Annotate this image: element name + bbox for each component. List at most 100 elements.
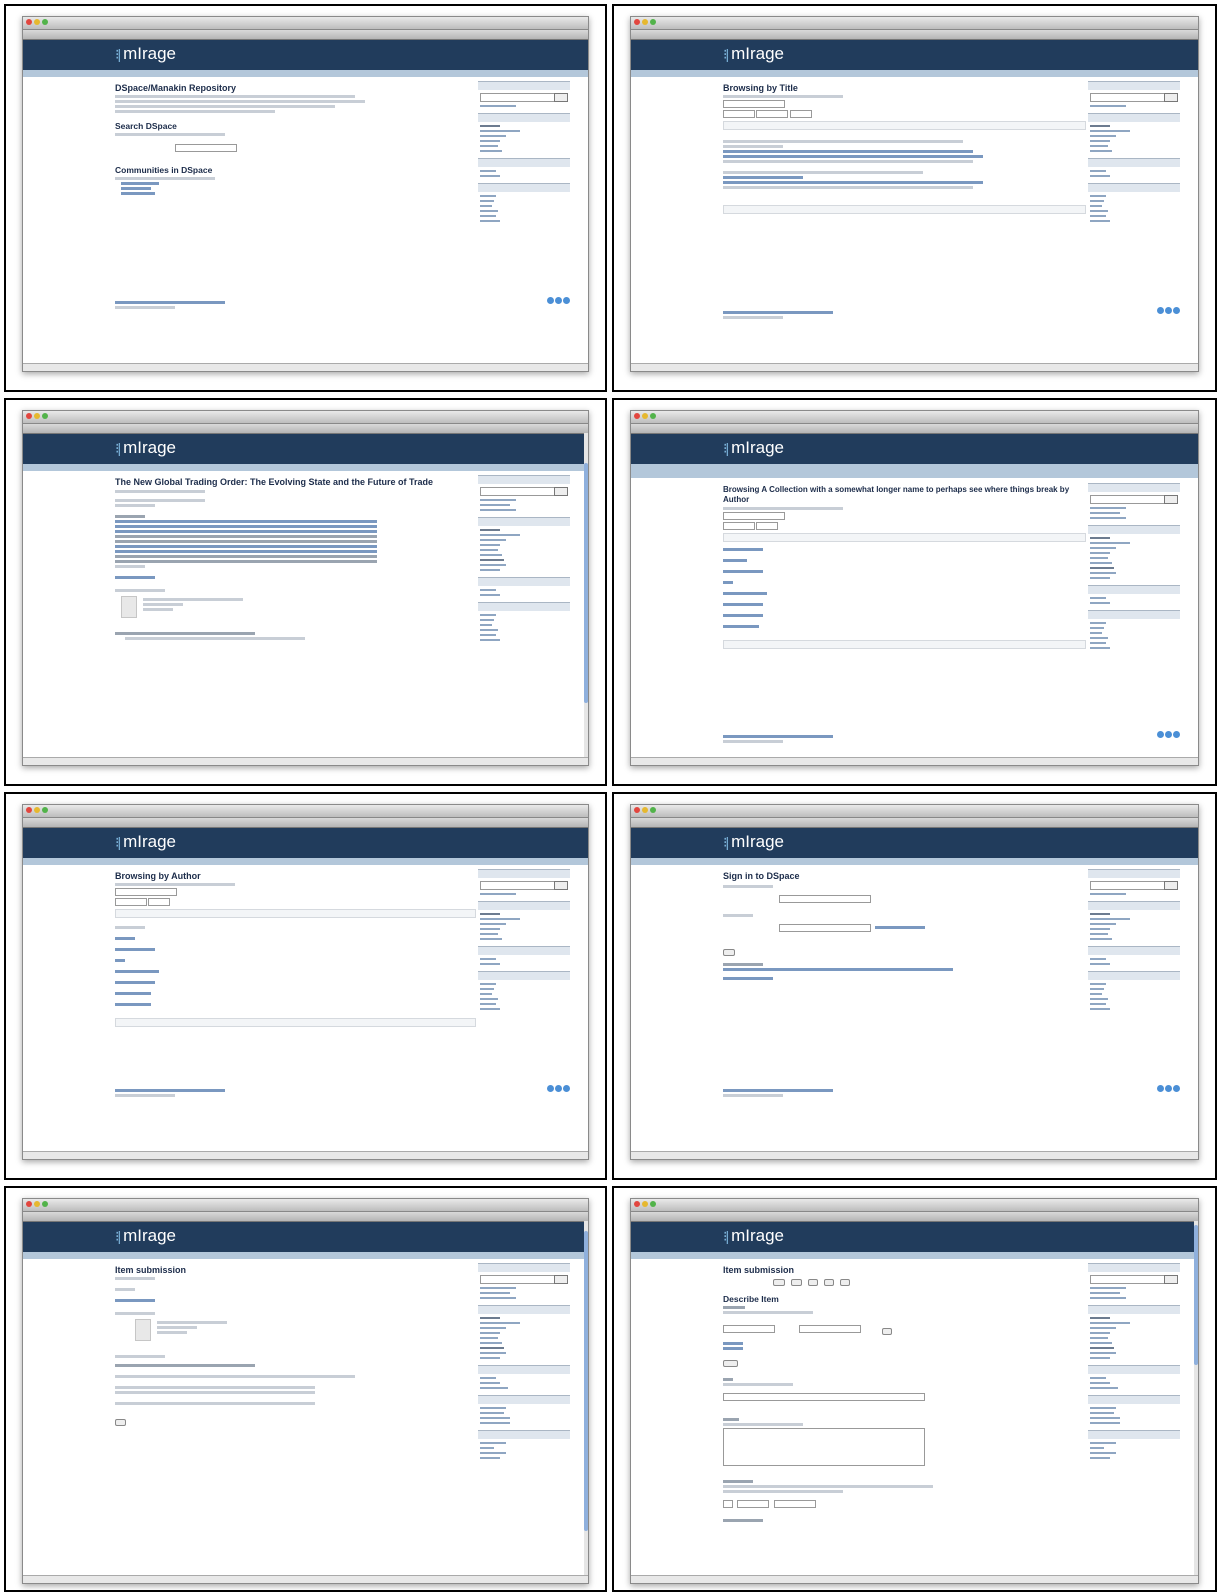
zoom-button[interactable] (650, 807, 656, 813)
minimize-button[interactable] (34, 19, 40, 25)
sidebar-search-input[interactable] (1090, 881, 1178, 890)
logo[interactable]: ⁝| mIrage (115, 44, 176, 64)
results-footer (115, 1018, 476, 1027)
sign-in-button[interactable] (723, 949, 736, 956)
month-select[interactable] (737, 1499, 770, 1508)
go-button[interactable] (554, 1275, 568, 1284)
day-field[interactable] (723, 1499, 733, 1508)
close-button[interactable] (26, 413, 32, 419)
sidebar-search-input[interactable] (480, 487, 568, 496)
close-button[interactable] (26, 807, 32, 813)
zoom-button[interactable] (650, 19, 656, 25)
go-button[interactable] (1164, 495, 1178, 504)
minimize-button[interactable] (642, 807, 648, 813)
main-content: Browsing by Title (723, 81, 1086, 217)
results-select[interactable] (756, 522, 779, 530)
scrollbar[interactable] (584, 433, 588, 757)
sidebar-search-input[interactable] (1090, 495, 1178, 504)
starts-with-input[interactable] (115, 888, 177, 896)
minimize-button[interactable] (642, 1201, 648, 1207)
minimize-button[interactable] (34, 1201, 40, 1207)
browser-window: ⁝| mIrage Browsing A Collection with a so… (630, 410, 1199, 766)
abstract-textarea[interactable] (723, 1428, 925, 1466)
minimize-button[interactable] (642, 19, 648, 25)
window-titlebar (631, 1199, 1198, 1212)
minimize-button[interactable] (642, 413, 648, 419)
add-author-button[interactable] (881, 1328, 893, 1335)
sidebar (1088, 483, 1180, 652)
starts-with-input[interactable] (723, 100, 785, 108)
starts-with-input[interactable] (723, 512, 785, 520)
submit-button[interactable] (115, 1419, 127, 1426)
logo[interactable]: ⁝| mIrage (115, 438, 176, 458)
minimize-button[interactable] (34, 413, 40, 419)
close-button[interactable] (26, 19, 32, 25)
header-banner: ⁝| mIrage (631, 828, 1198, 858)
order-select[interactable] (723, 522, 755, 530)
go-button[interactable] (554, 93, 568, 102)
status-bar (631, 1575, 1198, 1583)
close-button[interactable] (634, 1201, 640, 1207)
progress-step[interactable] (791, 1279, 802, 1286)
close-button[interactable] (634, 807, 640, 813)
results-footer (723, 205, 1086, 214)
progress-step[interactable] (773, 1279, 786, 1286)
zoom-button[interactable] (42, 413, 48, 419)
sidebar-search-input[interactable] (1090, 1275, 1178, 1284)
go-button[interactable] (1164, 1275, 1178, 1284)
zoom-button[interactable] (42, 807, 48, 813)
title-field[interactable] (723, 1392, 925, 1401)
author-first-field[interactable] (799, 1324, 862, 1333)
order-select[interactable] (115, 898, 147, 906)
results-header (723, 533, 1086, 542)
breadcrumb (23, 70, 588, 77)
scrollbar[interactable] (584, 1221, 588, 1575)
email-field[interactable] (779, 894, 871, 903)
password-field[interactable] (779, 923, 871, 932)
go-button[interactable] (1164, 93, 1178, 102)
close-button[interactable] (634, 19, 640, 25)
progress-step[interactable] (807, 1279, 818, 1286)
go-button[interactable] (554, 487, 568, 496)
zoom-button[interactable] (650, 1201, 656, 1207)
sidebar (1088, 1263, 1180, 1462)
main-content: The New Global Trading Order: The Evolvi… (115, 475, 476, 642)
sidebar-search-input[interactable] (1090, 93, 1178, 102)
zoom-button[interactable] (42, 19, 48, 25)
sidebar-search-input[interactable] (480, 93, 568, 102)
search-input[interactable] (175, 143, 237, 152)
logo[interactable]: ⁝| mIrage (723, 438, 784, 458)
zoom-button[interactable] (650, 413, 656, 419)
go-button[interactable] (554, 881, 568, 890)
file-thumbnail[interactable] (135, 1319, 151, 1341)
logo[interactable]: ⁝| mIrage (723, 1226, 784, 1246)
section-heading: Communities in DSpace (115, 165, 213, 175)
remove-selected-button[interactable] (723, 1360, 738, 1367)
results-select[interactable] (148, 898, 171, 906)
section-heading: Search DSpace (115, 121, 177, 131)
file-thumbnail[interactable] (121, 596, 137, 618)
results-select[interactable] (789, 110, 812, 118)
logo[interactable]: ⁝| mIrage (115, 832, 176, 852)
scrollbar[interactable] (1194, 1221, 1198, 1575)
logo[interactable]: ⁝| mIrage (723, 832, 784, 852)
year-field[interactable] (773, 1499, 816, 1508)
status-bar (23, 1151, 588, 1159)
progress-step[interactable] (840, 1279, 851, 1286)
order-select[interactable] (756, 110, 789, 118)
logo[interactable]: ⁝| mIrage (723, 44, 784, 64)
close-button[interactable] (634, 413, 640, 419)
author-last-field[interactable] (723, 1324, 775, 1333)
dots-bars-icon: ⁝| (723, 439, 729, 456)
sidebar-search-input[interactable] (480, 1275, 568, 1284)
go-button[interactable] (1164, 881, 1178, 890)
progress-step[interactable] (823, 1279, 835, 1286)
minimize-button[interactable] (34, 807, 40, 813)
sidebar-search-input[interactable] (480, 881, 568, 890)
sort-select[interactable] (723, 110, 755, 118)
close-button[interactable] (26, 1201, 32, 1207)
logo[interactable]: ⁝| mIrage (115, 1226, 176, 1246)
zoom-button[interactable] (42, 1201, 48, 1207)
window-titlebar (631, 805, 1198, 818)
browser-window: ⁝| mIrage Sign in to DSpace (630, 804, 1199, 1160)
